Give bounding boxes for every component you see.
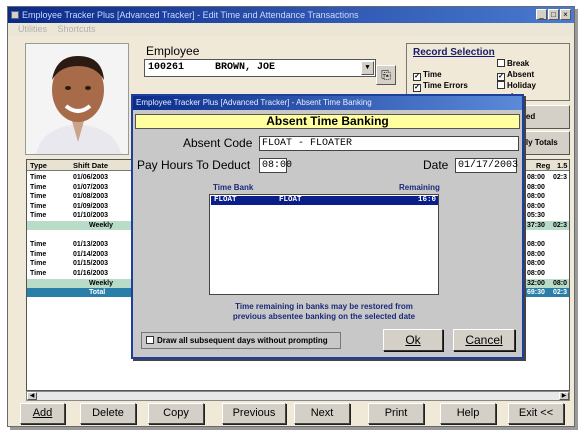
employee-id: 100261 [148, 62, 185, 73]
cell-reg: 08:00 [527, 183, 545, 191]
cell-date: 01/13/2003 [73, 241, 109, 249]
col-shift-date[interactable]: Shift Date [73, 160, 108, 171]
cell-reg: 08:00 [527, 193, 545, 201]
main-window: Employee Tracker Plus [Advanced Tracker]… [7, 6, 575, 427]
absent-code-field[interactable]: FLOAT - FLOATER [259, 136, 519, 151]
title-bar: Employee Tracker Plus [Advanced Tracker]… [8, 7, 574, 23]
cell-date: 01/16/2003 [73, 270, 109, 277]
cell-date: Weekly [89, 279, 113, 287]
close-button[interactable]: × [560, 9, 571, 20]
copy-button[interactable]: Copy [148, 403, 204, 424]
cell-date: 01/07/2003 [73, 183, 109, 191]
horizontal-scrollbar[interactable]: ◀ ▶ [26, 391, 570, 401]
col-reg[interactable]: Reg [536, 160, 550, 171]
cell-type: Time [30, 174, 47, 181]
date-label: Date [423, 158, 449, 172]
lookup-icon: ⎘ [381, 68, 391, 82]
checkbox-time-errors[interactable]: ✓ Time Errors [413, 81, 468, 92]
ok-button[interactable]: Ok [383, 329, 443, 351]
absent-time-banking-dialog: Employee Tracker Plus [Advanced Tracker]… [131, 94, 524, 359]
checkbox-absent[interactable]: ✓ Absent [497, 70, 534, 81]
col-ot[interactable]: 1.5 [557, 160, 567, 171]
cell-reg: 08:00 [527, 270, 545, 277]
cell-type: Time [30, 250, 47, 258]
cell-date: 01/09/2003 [73, 202, 109, 210]
cell-reg: 08:00 [527, 174, 545, 181]
scroll-right-icon[interactable]: ▶ [559, 392, 569, 400]
add-button[interactable]: Add [20, 403, 65, 424]
cell-reg: 08:00 [527, 202, 545, 210]
minimize-button[interactable]: _ [536, 9, 547, 20]
chevron-down-icon[interactable]: ▼ [361, 61, 374, 75]
next-button[interactable]: Next [294, 403, 350, 424]
employee-lookup-button[interactable]: ⎘ [376, 65, 396, 85]
cancel-button[interactable]: Cancel [453, 329, 515, 351]
help-button[interactable]: Help [440, 403, 496, 424]
checkbox-time[interactable]: ✓ Time [413, 70, 442, 81]
cell-type: Time [30, 193, 47, 201]
pay-hours-label: Pay Hours To Deduct [137, 158, 251, 172]
cell-type: Time [30, 183, 47, 191]
cell-type: Time [30, 260, 47, 268]
dialog-banner: Absent Time Banking [135, 114, 520, 129]
cell-type: Time [30, 202, 47, 210]
cell-ot: 02:3 [553, 174, 568, 181]
cell-reg: 32:00 [527, 279, 545, 287]
menu-bar: Utilities Shortcuts [8, 23, 574, 36]
employee-photo [25, 43, 129, 155]
cell-ot: 02:3 [553, 222, 568, 229]
cell-reg: 08:00 [527, 241, 545, 249]
cell-reg: 37:30 [527, 222, 545, 229]
cell-type: Time [30, 212, 47, 220]
scroll-left-icon[interactable]: ◀ [27, 392, 37, 400]
cell-reg: 08:00 [527, 250, 545, 258]
time-bank-header: Time Bank [213, 183, 254, 192]
record-selection-group: Record Selection Break ✓ Time ✓ Absent ✓ Ti… [406, 43, 570, 101]
cell-type: Time [30, 270, 47, 277]
menu-shortcuts[interactable]: Shortcuts [58, 24, 96, 34]
cell-date: Weekly [89, 222, 113, 229]
print-button[interactable]: Print [368, 403, 424, 424]
cell-ot: 02:3 [553, 289, 568, 297]
absent-code-label: Absent Code [183, 136, 253, 150]
record-selection-title: Record Selection [413, 47, 495, 58]
restore-note: Time remaining in banks may be restored … [232, 302, 416, 321]
time-bank-list[interactable]: FLOAT FLOAT 16:0 [209, 194, 439, 295]
employee-select[interactable]: 100261 BROWN, JOE ▼ [144, 59, 376, 77]
cell-date: 01/06/2003 [73, 174, 109, 181]
maximize-button[interactable]: □ [548, 9, 559, 20]
employee-label: Employee [146, 44, 200, 58]
date-field[interactable]: 01/17/2003 [455, 158, 518, 173]
previous-button[interactable]: Previous [222, 403, 286, 424]
cell-reg: 08:00 [527, 260, 545, 268]
remaining-header: Remaining [399, 183, 440, 192]
checkbox-holiday[interactable]: Holiday [497, 81, 536, 90]
draw-subsequent-checkbox[interactable]: Draw all subsequent days without prompti… [141, 332, 341, 349]
checkbox-break[interactable]: Break [497, 59, 529, 68]
col-type[interactable]: Type [30, 160, 47, 171]
dialog-title: Employee Tracker Plus [Advanced Tracker]… [133, 96, 522, 110]
cell-reg: 69:30 [527, 289, 545, 297]
cell-type: Time [30, 241, 47, 249]
cell-date: 01/08/2003 [73, 193, 109, 201]
cell-reg: 05:30 [527, 212, 545, 220]
exit-button[interactable]: Exit << [508, 403, 564, 424]
delete-button[interactable]: Delete [80, 403, 136, 424]
pay-hours-field[interactable]: 08:00 [259, 158, 292, 173]
list-item[interactable]: FLOAT FLOAT 16:0 [211, 196, 438, 205]
menu-utilities[interactable]: Utilities [18, 24, 47, 34]
employee-name: BROWN, JOE [215, 62, 276, 73]
app-icon[interactable] [11, 11, 19, 19]
window-title: Employee Tracker Plus [Advanced Tracker]… [22, 10, 359, 20]
cell-date: 01/14/2003 [73, 250, 109, 258]
cell-ot: 08:0 [553, 279, 568, 287]
cell-date: Total [89, 289, 106, 297]
cell-date: 01/10/2003 [73, 212, 109, 220]
cell-date: 01/15/2003 [73, 260, 109, 268]
